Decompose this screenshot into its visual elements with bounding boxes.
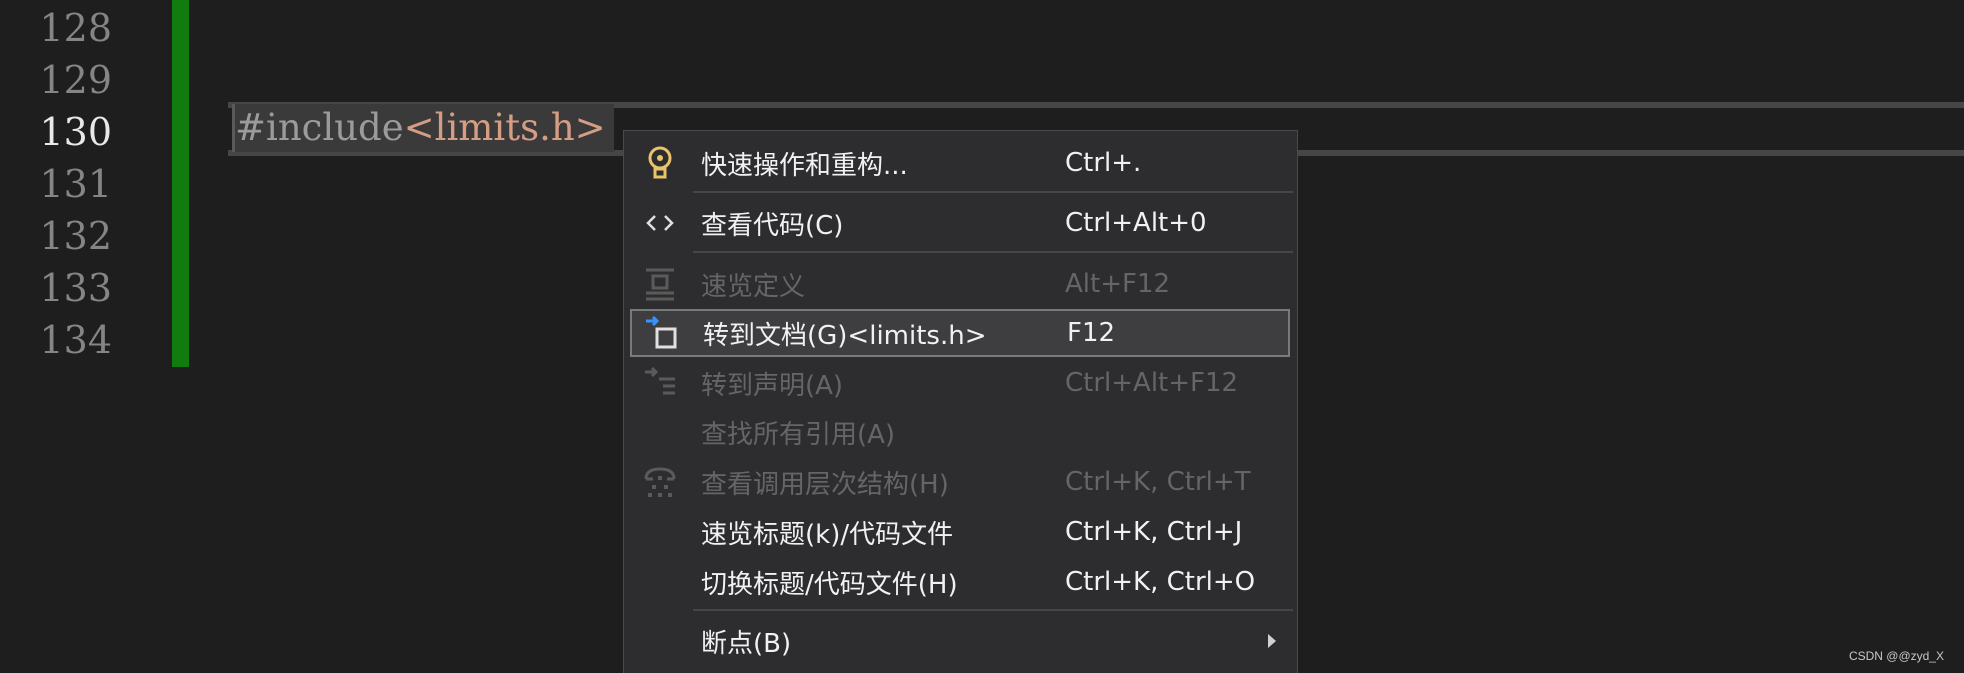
- peek-definition-icon: [640, 264, 680, 304]
- menu-item-go-to-document[interactable]: 转到文档(G)<limits.h> F12: [630, 309, 1290, 357]
- line-number-132: 132: [39, 214, 112, 258]
- menu-item-shortcut: Ctrl+K, Ctrl+T: [1065, 467, 1251, 497]
- line-number-128: 128: [39, 6, 112, 50]
- go-to-declaration-icon: [640, 363, 680, 403]
- menu-item-go-to-declaration[interactable]: 转到声明(A) Ctrl+Alt+F12: [630, 359, 1290, 407]
- submenu-arrow-icon: [1268, 634, 1276, 648]
- menu-separator: [693, 191, 1293, 193]
- menu-item-label: 速览标题(k)/代码文件: [701, 519, 954, 550]
- menu-item-label: 断点(B): [701, 628, 792, 659]
- code-brackets-icon: [640, 203, 680, 243]
- menu-item-view-call-hierarchy[interactable]: 查看调用层次结构(H) Ctrl+K, Ctrl+T: [630, 458, 1290, 506]
- menu-separator: [693, 609, 1293, 611]
- line-number-133: 133: [39, 266, 112, 310]
- menu-item-breakpoint[interactable]: 断点(B): [630, 617, 1290, 665]
- menu-item-shortcut: Alt+F12: [1065, 269, 1171, 299]
- change-tracking-bar: [172, 0, 189, 367]
- menu-item-label: 转到声明(A): [701, 370, 844, 401]
- menu-item-shortcut: Ctrl+Alt+F12: [1065, 368, 1239, 398]
- menu-item-label: 速览定义: [701, 271, 806, 302]
- context-menu[interactable]: 快速操作和重构... Ctrl+. 查看代码(C) Ctrl+Alt+0 速览定…: [623, 130, 1298, 673]
- menu-item-label: 查看调用层次结构(H): [701, 469, 949, 500]
- line-number-131: 131: [39, 162, 112, 206]
- menu-item-label: 转到文档(G)<limits.h>: [703, 320, 987, 351]
- menu-item-quick-actions[interactable]: 快速操作和重构... Ctrl+.: [630, 139, 1290, 187]
- menu-item-label: 查看代码(C): [701, 210, 844, 241]
- lightbulb-icon: [640, 143, 680, 183]
- menu-item-shortcut: Ctrl+.: [1065, 148, 1142, 178]
- menu-item-shortcut: F12: [1067, 318, 1116, 348]
- include-header[interactable]: <limits.h>: [404, 106, 606, 149]
- go-to-document-icon: [642, 313, 682, 353]
- menu-item-shortcut: Ctrl+Alt+0: [1065, 208, 1207, 238]
- menu-item-label: 切换标题/代码文件(H): [701, 569, 958, 600]
- line-number-134: 134: [39, 318, 112, 362]
- line-number-130: 130: [39, 110, 112, 154]
- call-hierarchy-icon: [640, 462, 680, 502]
- include-directive: #include: [235, 106, 404, 149]
- menu-separator: [693, 251, 1293, 253]
- menu-item-view-code[interactable]: 查看代码(C) Ctrl+Alt+0: [630, 199, 1290, 247]
- menu-item-find-all-references[interactable]: 查找所有引用(A): [630, 408, 1290, 456]
- menu-item-peek-definition[interactable]: 速览定义 Alt+F12: [630, 260, 1290, 308]
- line-number-129: 129: [39, 58, 112, 102]
- menu-item-shortcut: Ctrl+K, Ctrl+O: [1065, 567, 1256, 597]
- include-statement[interactable]: #include<limits.h>: [232, 104, 614, 152]
- menu-item-label: 快速操作和重构...: [701, 150, 908, 181]
- menu-item-peek-header[interactable]: 速览标题(k)/代码文件 Ctrl+K, Ctrl+J: [630, 508, 1290, 556]
- menu-item-label: 查找所有引用(A): [701, 419, 896, 450]
- watermark: CSDN @@zyd_X: [1848, 649, 1944, 663]
- menu-item-shortcut: Ctrl+K, Ctrl+J: [1065, 517, 1243, 547]
- menu-item-toggle-header[interactable]: 切换标题/代码文件(H) Ctrl+K, Ctrl+O: [630, 558, 1290, 606]
